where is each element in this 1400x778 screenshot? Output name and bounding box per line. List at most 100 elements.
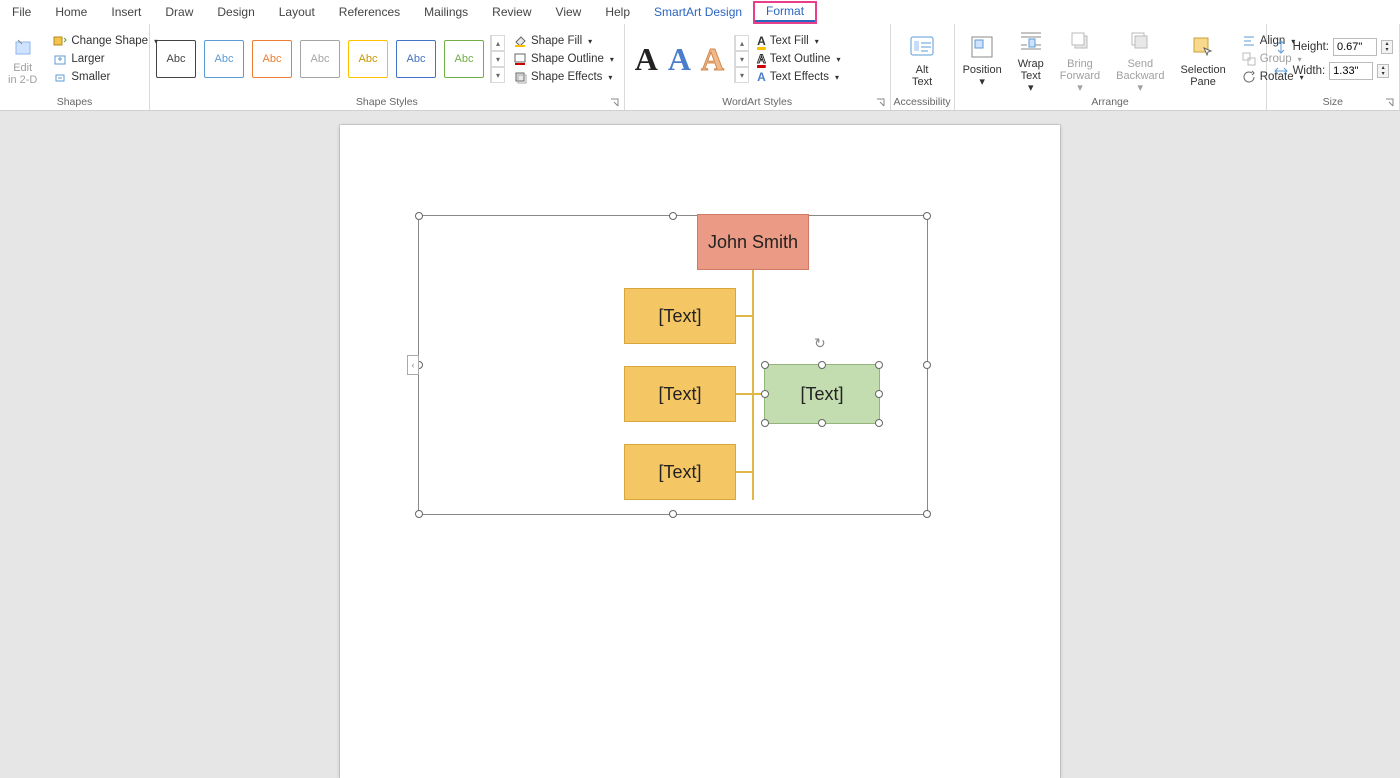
connector — [736, 393, 764, 395]
tab-insert[interactable]: Insert — [99, 3, 153, 21]
align-icon — [1242, 34, 1256, 48]
tab-layout[interactable]: Layout — [267, 3, 327, 21]
tab-file[interactable]: File — [0, 3, 43, 21]
text-pane-toggle[interactable]: ‹ — [407, 355, 419, 375]
document-area[interactable]: ‹ John Smith [Text] [Text] [Text] [Text]… — [0, 111, 1400, 773]
gallery-down-icon[interactable]: ▾ — [491, 51, 505, 67]
gallery-more-icon[interactable]: ▾ — [491, 67, 505, 83]
frame-handle[interactable] — [923, 361, 931, 369]
selection-pane-button[interactable]: Selection Pane — [1172, 30, 1233, 88]
frame-handle[interactable] — [923, 212, 931, 220]
shape-styles-gallery-controls[interactable]: ▴ ▾ ▾ — [490, 35, 505, 83]
gallery-up-icon[interactable]: ▴ — [735, 35, 749, 51]
smaller-button[interactable]: Smaller — [51, 69, 160, 85]
frame-handle[interactable] — [669, 212, 677, 220]
text-effects-button[interactable]: A Text Effects▾ — [755, 69, 842, 85]
size-launcher[interactable] — [1385, 98, 1395, 108]
smartart-node-root[interactable]: John Smith — [697, 214, 809, 270]
node-handle[interactable] — [875, 361, 883, 369]
connector — [752, 270, 754, 500]
shape-outline-button[interactable]: Shape Outline▾ — [511, 51, 616, 67]
wordart-launcher[interactable] — [876, 98, 886, 108]
shape-style-4[interactable]: Abc — [300, 40, 340, 78]
position-button[interactable]: Position▾ — [955, 30, 1010, 88]
send-backward-button: Send Backward ▾ — [1108, 24, 1172, 94]
wordart-gallery-controls[interactable]: ▴ ▾ ▾ — [734, 35, 749, 83]
group-icon — [1242, 52, 1256, 66]
rotate-icon — [1242, 70, 1256, 84]
connector — [736, 315, 754, 317]
shape-style-1[interactable]: Abc — [156, 40, 196, 78]
node-handle[interactable] — [818, 419, 826, 427]
tab-help[interactable]: Help — [593, 3, 642, 21]
shape-styles-launcher[interactable] — [610, 98, 620, 108]
wordart-styles-gallery[interactable]: A A A — [625, 35, 734, 84]
wrap-text-icon — [1018, 28, 1044, 54]
node-handle[interactable] — [761, 361, 769, 369]
tab-format[interactable]: Format — [754, 2, 816, 23]
bring-forward-button: Bring Forward ▾ — [1052, 24, 1108, 94]
gallery-more-icon[interactable]: ▾ — [735, 67, 749, 83]
bucket-icon — [513, 34, 527, 48]
height-spinner[interactable]: ▴▾ — [1381, 40, 1393, 54]
text-fill-button[interactable]: A Text Fill▾ — [755, 33, 842, 49]
shape-styles-gallery[interactable]: Abc Abc Abc Abc Abc Abc Abc — [150, 32, 490, 86]
smaller-icon — [53, 70, 67, 84]
gallery-up-icon[interactable]: ▴ — [491, 35, 505, 51]
smartart-node-selected[interactable]: [Text] ↻ — [764, 364, 880, 424]
edit-in-2d-icon — [12, 36, 34, 58]
shape-style-6[interactable]: Abc — [396, 40, 436, 78]
alt-text-button[interactable]: Alt Text — [900, 30, 944, 88]
shape-style-2[interactable]: Abc — [204, 40, 244, 78]
group-label-accessibility: Accessibility — [891, 94, 954, 110]
node-handle[interactable] — [875, 390, 883, 398]
height-input[interactable] — [1333, 38, 1377, 56]
tab-view[interactable]: View — [544, 3, 594, 21]
width-spinner[interactable]: ▴▾ — [1377, 64, 1389, 78]
node-handle[interactable] — [761, 390, 769, 398]
wordart-style-3[interactable]: A — [701, 41, 724, 78]
tab-home[interactable]: Home — [43, 3, 99, 21]
node-handle[interactable] — [761, 419, 769, 427]
page[interactable]: ‹ John Smith [Text] [Text] [Text] [Text]… — [340, 125, 1060, 778]
alt-text-icon — [908, 34, 936, 60]
shape-style-3[interactable]: Abc — [252, 40, 292, 78]
shape-style-7[interactable]: Abc — [444, 40, 484, 78]
gallery-down-icon[interactable]: ▾ — [735, 51, 749, 67]
wordart-style-2[interactable]: A — [668, 41, 691, 78]
frame-handle[interactable] — [415, 212, 423, 220]
change-shape-icon — [53, 34, 67, 48]
width-icon — [1273, 63, 1289, 79]
shape-effects-button[interactable]: Shape Effects▾ — [511, 69, 616, 85]
tab-mailings[interactable]: Mailings — [412, 3, 480, 21]
text-outline-button[interactable]: A Text Outline▾ — [755, 51, 842, 67]
shape-style-5[interactable]: Abc — [348, 40, 388, 78]
change-shape-button[interactable]: Change Shape▾ — [51, 33, 160, 49]
frame-handle[interactable] — [669, 510, 677, 518]
width-input[interactable] — [1329, 62, 1373, 80]
smartart-frame[interactable]: ‹ John Smith [Text] [Text] [Text] [Text]… — [418, 215, 928, 515]
smartart-node[interactable]: [Text] — [624, 288, 736, 344]
frame-handle[interactable] — [923, 510, 931, 518]
node-handle[interactable] — [818, 361, 826, 369]
text-effects-icon: A — [757, 70, 766, 84]
wordart-style-1[interactable]: A — [635, 41, 658, 78]
smartart-node[interactable]: [Text] — [624, 366, 736, 422]
outline-icon — [513, 52, 527, 66]
frame-handle[interactable] — [415, 510, 423, 518]
edit-in-2d-button: Edit in 2-D — [0, 32, 45, 86]
smartart-node[interactable]: [Text] — [624, 444, 736, 500]
text-fill-icon: A — [757, 34, 766, 48]
node-handle[interactable] — [875, 419, 883, 427]
tab-smartart-design[interactable]: SmartArt Design — [642, 3, 754, 21]
wrap-text-button[interactable]: Wrap Text▾ — [1010, 24, 1052, 94]
tab-review[interactable]: Review — [480, 3, 543, 21]
tab-draw[interactable]: Draw — [153, 3, 205, 21]
width-field[interactable]: Width: ▴▾ — [1273, 62, 1393, 80]
height-field[interactable]: Height: ▴▾ — [1273, 38, 1393, 56]
larger-button[interactable]: Larger — [51, 51, 160, 67]
rotate-handle-icon[interactable]: ↻ — [814, 335, 826, 352]
tab-references[interactable]: References — [327, 3, 412, 21]
shape-fill-button[interactable]: Shape Fill▾ — [511, 33, 616, 49]
tab-design[interactable]: Design — [205, 3, 266, 21]
